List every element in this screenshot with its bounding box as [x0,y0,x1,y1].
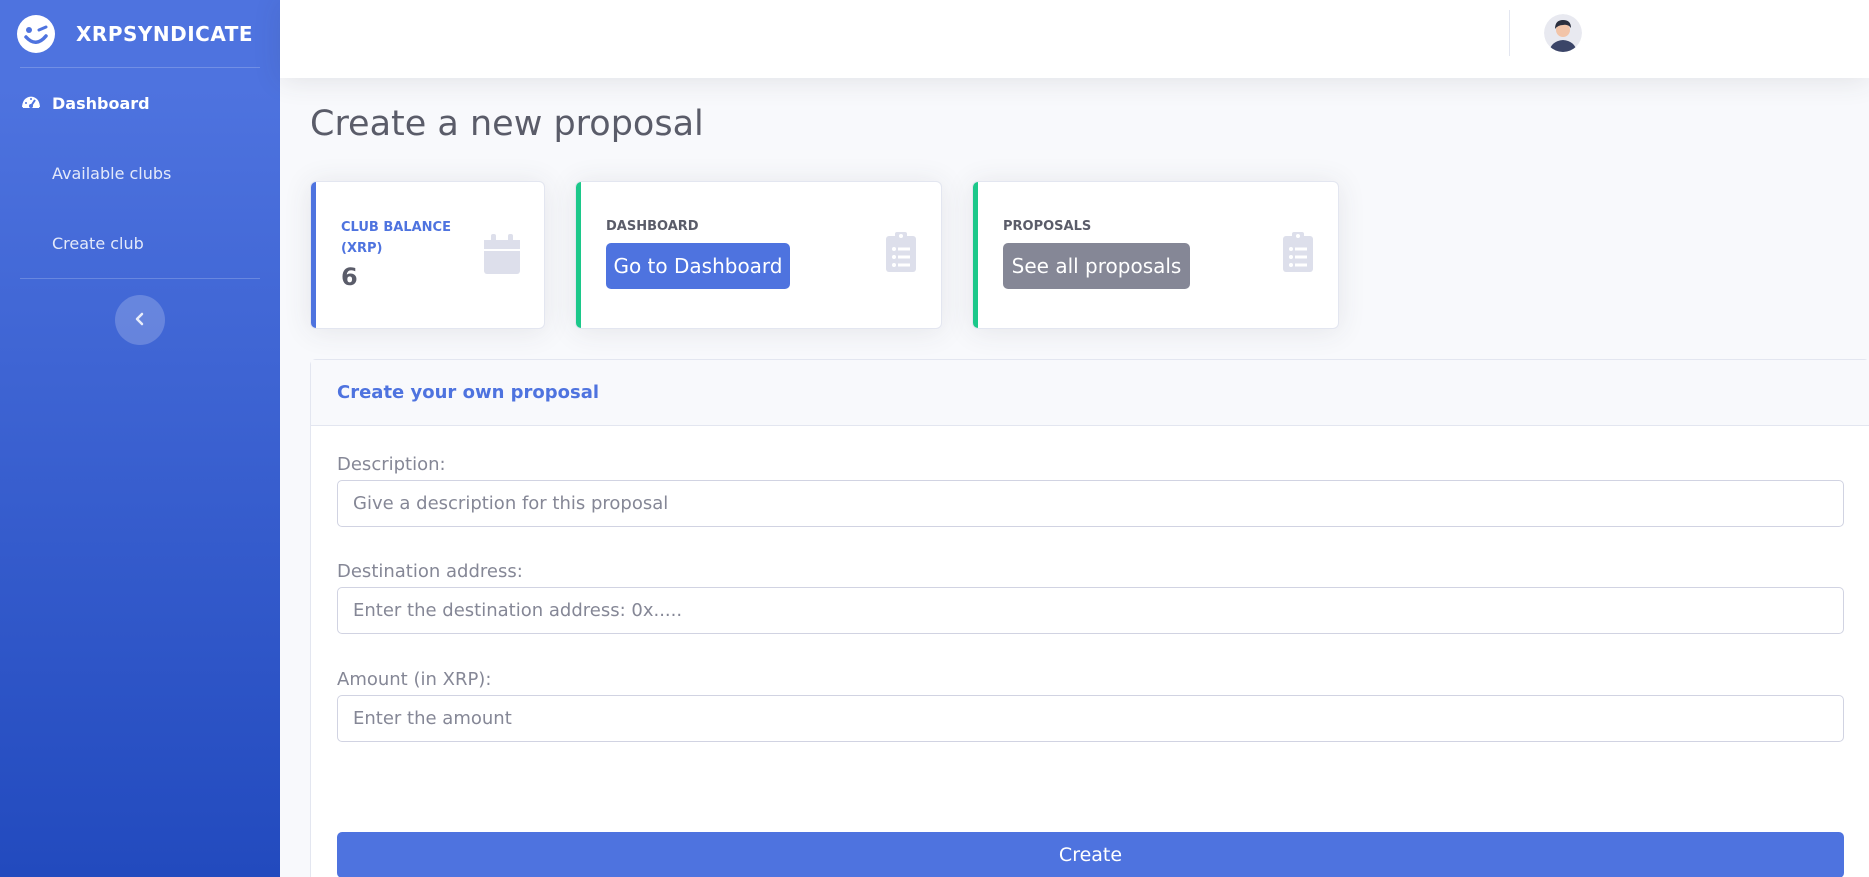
brand[interactable]: XRPSYNDICATE [0,0,280,67]
proposal-form-card: Create your own proposal Description: De… [310,359,1869,877]
brand-name: XRPSYNDICATE [76,21,254,46]
sidebar-item-available-clubs[interactable]: Available clubs [0,138,280,208]
user-avatar[interactable] [1544,14,1582,52]
amount-input[interactable] [337,695,1844,742]
sidebar-toggle-button[interactable] [115,295,165,345]
description-input[interactable] [337,480,1844,527]
clipboard-list-icon [886,232,922,272]
sidebar-item-create-club[interactable]: Create club [0,208,280,278]
card-label: Club Balance (XRP) [341,220,451,256]
amount-label: Amount (in XRP): [337,669,492,690]
card-accent-bar [973,182,978,328]
form-header: Create your own proposal [311,360,1869,426]
winking-smiley-icon [16,14,56,54]
go-to-dashboard-button[interactable]: Go to Dashboard [606,243,790,289]
proposals-card: Proposals See all proposals [972,181,1339,329]
sidebar-divider [20,278,260,279]
page-title: Create a new proposal [310,104,704,144]
clipboard-list-icon [1283,232,1319,272]
club-balance-card: Club Balance (XRP) 6 [310,181,545,329]
card-label: Proposals [1003,219,1092,234]
topbar [280,0,1869,78]
create-button[interactable]: Create [337,832,1844,877]
tachometer-icon [20,92,42,114]
card-accent-bar [576,182,581,328]
card-accent-bar [311,182,316,328]
description-label: Description: [337,454,446,475]
destination-address-input[interactable] [337,587,1844,634]
card-label: Dashboard [606,219,699,234]
sidebar: XRPSYNDICATE Dashboard Available clubs C… [0,0,280,877]
calendar-icon [484,234,520,274]
topbar-divider [1509,10,1510,56]
sidebar-item-label: Available clubs [52,163,172,183]
sidebar-item-label: Dashboard [52,93,150,113]
club-balance-value: 6 [341,263,358,291]
sidebar-item-label: Create club [52,233,144,253]
chevron-left-icon [133,311,147,330]
dashboard-card: Dashboard Go to Dashboard [575,181,942,329]
see-all-proposals-button[interactable]: See all proposals [1003,243,1190,289]
sidebar-item-dashboard[interactable]: Dashboard [0,68,280,138]
destination-address-label: Destination address: [337,561,523,582]
